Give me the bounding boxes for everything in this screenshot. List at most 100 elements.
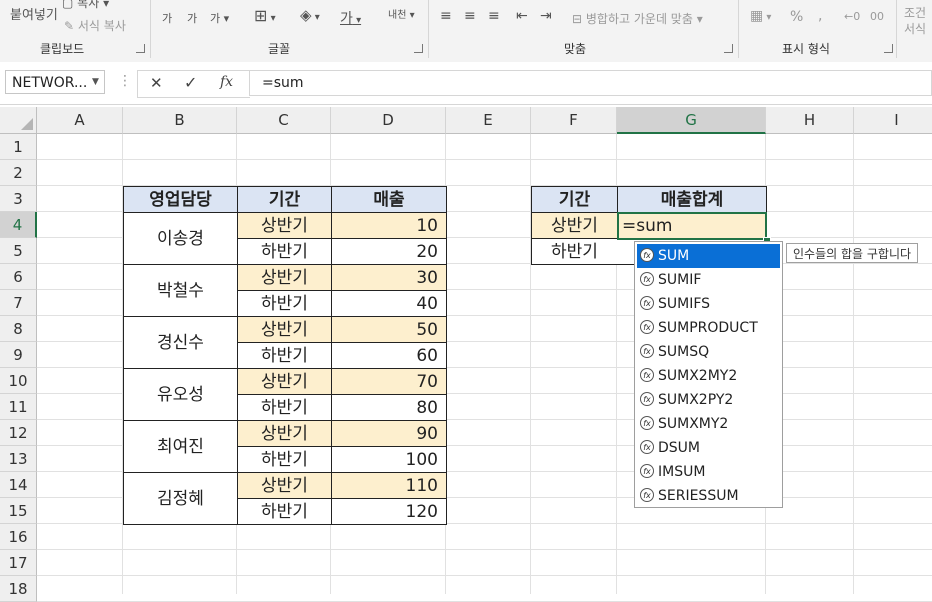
select-all-icon <box>21 118 33 130</box>
column-header-g[interactable]: G <box>617 107 766 134</box>
table1-sales-rep[interactable]: 경신수 <box>123 316 238 369</box>
function-icon: fx <box>640 368 654 382</box>
table1-sales-value[interactable]: 20 <box>331 238 447 265</box>
active-cell-border <box>617 212 767 240</box>
column-header-b[interactable]: B <box>123 107 237 134</box>
row-header-6[interactable]: 6 <box>0 264 37 290</box>
table1-sales-value[interactable]: 100 <box>331 446 447 473</box>
table1-period-second-half[interactable]: 하반기 <box>237 290 332 317</box>
table1-period-first-half[interactable]: 상반기 <box>237 316 332 343</box>
table1-period-second-half[interactable]: 하반기 <box>237 394 332 421</box>
function-autocomplete-list[interactable]: fx SUM fx SUMIF fx SUMIFS fx SUMPRODUCT fx SUMSQ f… <box>634 241 783 508</box>
column-header-d[interactable]: D <box>331 107 446 134</box>
function-icon: fx <box>640 488 654 502</box>
row-header-15[interactable]: 15 <box>0 498 37 524</box>
autocomplete-item-label: SUMXMY2 <box>658 416 729 432</box>
autocomplete-item-label: SUMX2PY2 <box>658 392 734 408</box>
gridline-horizontal <box>37 575 932 576</box>
table1-period-first-half[interactable]: 상반기 <box>237 420 332 447</box>
table1-sales-value[interactable]: 10 <box>331 212 447 239</box>
autocomplete-item-sum[interactable]: fx SUM <box>637 244 780 268</box>
column-header-e[interactable]: E <box>446 107 531 134</box>
table1-sales-value[interactable]: 40 <box>331 290 447 317</box>
row-header-4[interactable]: 4 <box>0 212 37 238</box>
autocomplete-item-dsum[interactable]: fx DSUM <box>637 436 780 460</box>
table1-period-second-half[interactable]: 하반기 <box>237 342 332 369</box>
row-header-10[interactable]: 10 <box>0 368 37 394</box>
row-header-7[interactable]: 7 <box>0 290 37 316</box>
column-header-f[interactable]: F <box>531 107 617 134</box>
table1-period-second-half[interactable]: 하반기 <box>237 238 332 265</box>
row-header-17[interactable]: 17 <box>0 550 37 576</box>
row-header-1[interactable]: 1 <box>0 134 37 160</box>
autocomplete-item-sumsq[interactable]: fx SUMSQ <box>637 340 780 364</box>
autocomplete-item-seriessum[interactable]: fx SERIESSUM <box>637 484 780 508</box>
table1-period-first-half[interactable]: 상반기 <box>237 368 332 395</box>
function-icon: fx <box>640 320 654 334</box>
row-header-16[interactable]: 16 <box>0 524 37 550</box>
column-header-i[interactable]: I <box>854 107 932 134</box>
row-header-11[interactable]: 11 <box>0 394 37 420</box>
table1-period-second-half[interactable]: 하반기 <box>237 446 332 473</box>
table1-sales-rep[interactable]: 유오성 <box>123 368 238 421</box>
function-icon: fx <box>640 272 654 286</box>
function-icon: fx <box>640 248 654 262</box>
table1-period-first-half[interactable]: 상반기 <box>237 212 332 239</box>
table1-sales-value[interactable]: 110 <box>331 472 447 499</box>
table1-header-period[interactable]: 기간 <box>237 186 332 213</box>
table1-sales-value[interactable]: 50 <box>331 316 447 343</box>
function-icon: fx <box>640 440 654 454</box>
table1-sales-value[interactable]: 30 <box>331 264 447 291</box>
autocomplete-item-sumxmy2[interactable]: fx SUMXMY2 <box>637 412 780 436</box>
autocomplete-item-sumx2py2[interactable]: fx SUMX2PY2 <box>637 388 780 412</box>
table1-sales-value[interactable]: 120 <box>331 498 447 525</box>
select-all-corner[interactable] <box>0 107 37 134</box>
worksheet-grid[interactable]: ABCDEFGHI 1 2 3 4 5 6 7 8 9 10 11 12 13 14 15 16 17 18 영업… <box>0 0 932 602</box>
row-header-9[interactable]: 9 <box>0 342 37 368</box>
row-header-5[interactable]: 5 <box>0 238 37 264</box>
gridline-vertical <box>853 134 854 594</box>
autocomplete-item-label: SUMSQ <box>658 344 710 360</box>
autocomplete-item-sumproduct[interactable]: fx SUMPRODUCT <box>637 316 780 340</box>
function-icon: fx <box>640 464 654 478</box>
autocomplete-item-sumx2my2[interactable]: fx SUMX2MY2 <box>637 364 780 388</box>
table2-period-second-half[interactable]: 하반기 <box>531 238 618 265</box>
column-header-h[interactable]: H <box>766 107 854 134</box>
table1-sales-rep[interactable]: 박철수 <box>123 264 238 317</box>
column-header-c[interactable]: C <box>237 107 331 134</box>
table1-sales-value[interactable]: 80 <box>331 394 447 421</box>
table2-header-total[interactable]: 매출합계 <box>617 186 767 213</box>
table1-period-first-half[interactable]: 상반기 <box>237 472 332 499</box>
row-header-8[interactable]: 8 <box>0 316 37 342</box>
function-icon: fx <box>640 392 654 406</box>
table1-sales-rep[interactable]: 김정혜 <box>123 472 238 525</box>
row-header-14[interactable]: 14 <box>0 472 37 498</box>
function-icon: fx <box>640 344 654 358</box>
autocomplete-item-sumifs[interactable]: fx SUMIFS <box>637 292 780 316</box>
table1-header-sales[interactable]: 매출 <box>331 186 447 213</box>
table1-sales-value[interactable]: 90 <box>331 420 447 447</box>
table1-sales-rep[interactable]: 이송경 <box>123 212 238 265</box>
column-header-a[interactable]: A <box>37 107 123 134</box>
table1-sales-value[interactable]: 60 <box>331 342 447 369</box>
table1-header-sales-rep[interactable]: 영업담당 <box>123 186 238 213</box>
row-header-18[interactable]: 18 <box>0 576 37 602</box>
table1-sales-rep[interactable]: 최여진 <box>123 420 238 473</box>
table1-period-first-half[interactable]: 상반기 <box>237 264 332 291</box>
autocomplete-item-label: SUMX2MY2 <box>658 368 738 384</box>
row-header-12[interactable]: 12 <box>0 420 37 446</box>
autocomplete-item-label: SUMPRODUCT <box>658 320 758 336</box>
table1-sales-value[interactable]: 70 <box>331 368 447 395</box>
row-header-2[interactable]: 2 <box>0 160 37 186</box>
row-header-13[interactable]: 13 <box>0 446 37 472</box>
row-header-3[interactable]: 3 <box>0 186 37 212</box>
table1-period-second-half[interactable]: 하반기 <box>237 498 332 525</box>
gridline-horizontal <box>37 159 932 160</box>
autocomplete-item-label: SERIESSUM <box>658 488 739 504</box>
autocomplete-item-label: SUM <box>658 248 690 264</box>
function-icon: fx <box>640 416 654 430</box>
table2-header-period[interactable]: 기간 <box>531 186 618 213</box>
autocomplete-item-imsum[interactable]: fx IMSUM <box>637 460 780 484</box>
table2-period-first-half[interactable]: 상반기 <box>531 212 618 239</box>
autocomplete-item-sumif[interactable]: fx SUMIF <box>637 268 780 292</box>
